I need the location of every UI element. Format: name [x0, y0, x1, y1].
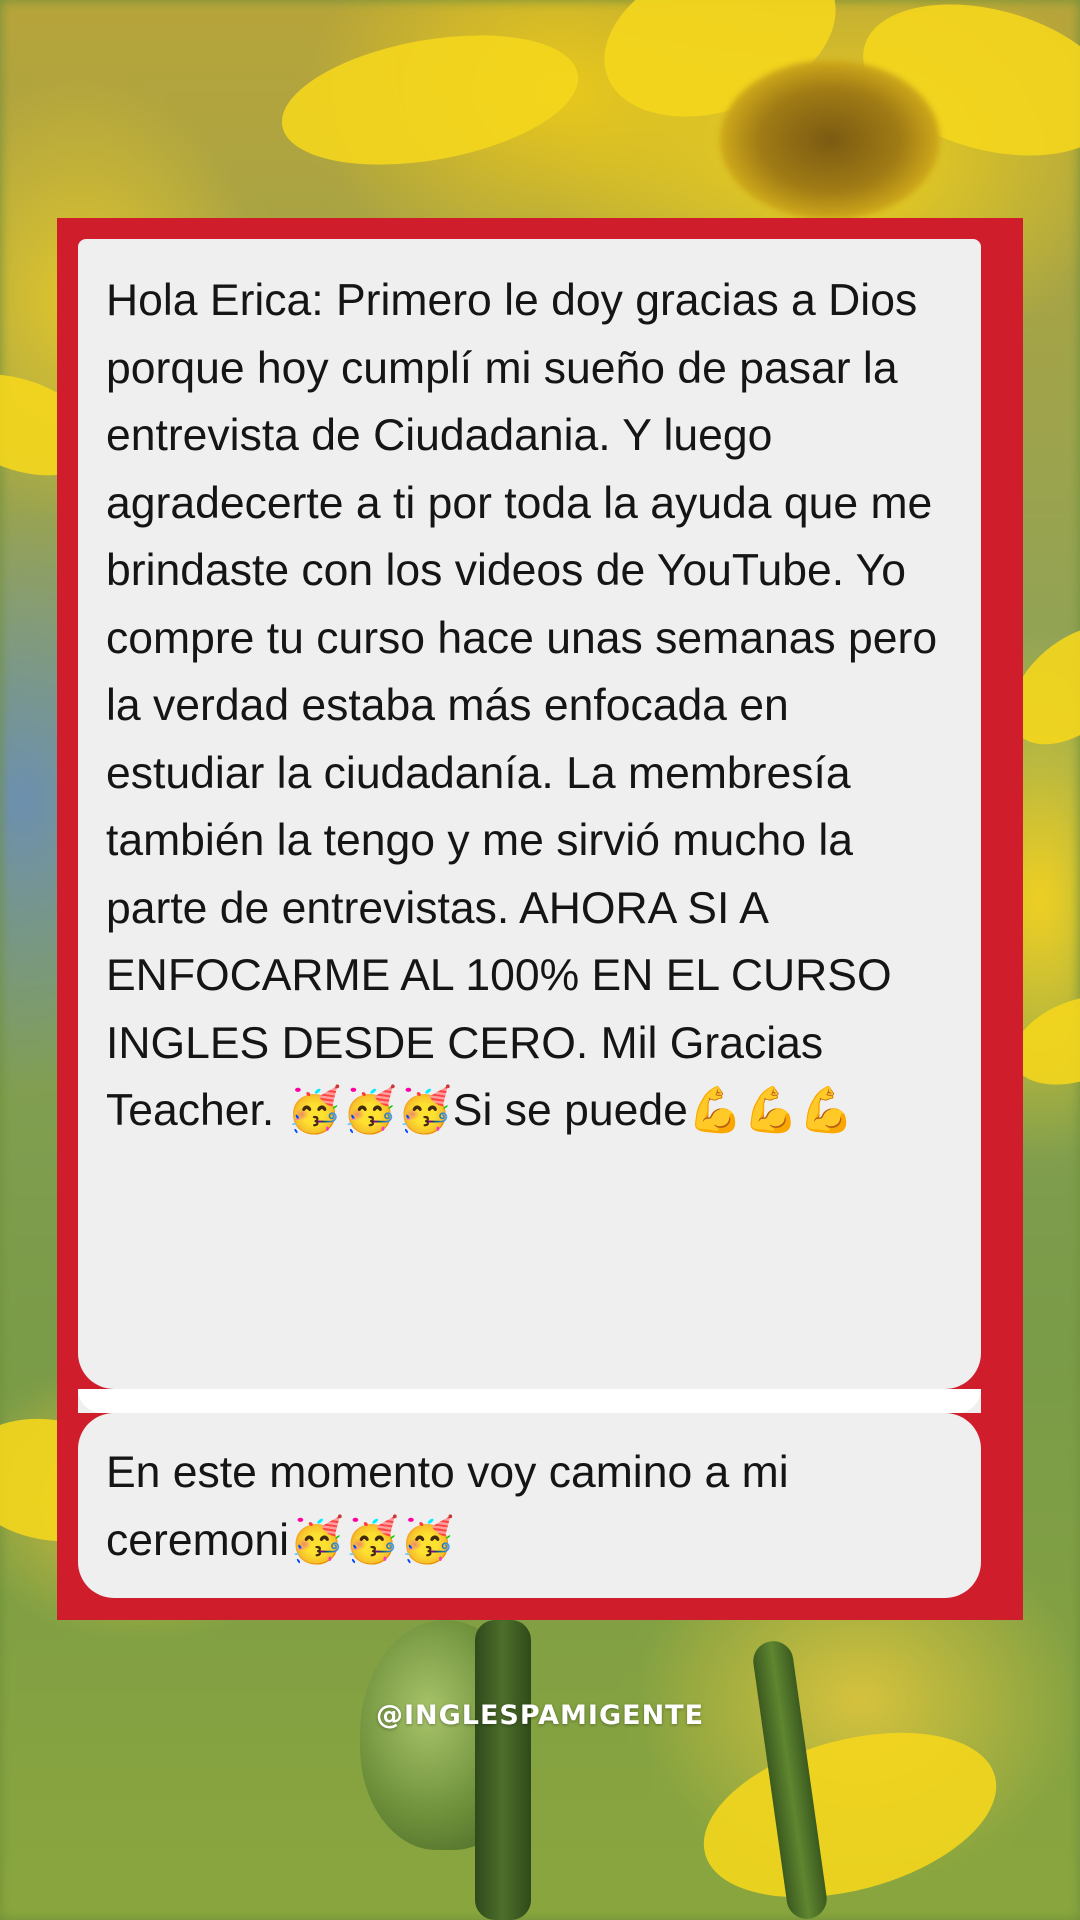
message-bubble: En este momento voy camino a mi ceremoni… — [78, 1413, 981, 1598]
message-bubble: Hola Erica: Primero le doy gracias a Dio… — [78, 239, 981, 1389]
message-text: Hola Erica: Primero le doy gracias a Dio… — [106, 276, 950, 1135]
social-handle: @INGLESPAMIGENTE — [375, 1700, 705, 1731]
testimonial-frame: Hola Erica: Primero le doy gracias a Dio… — [57, 218, 1023, 1620]
flower-center — [720, 60, 940, 220]
message-text: En este momento voy camino a mi ceremoni… — [106, 1448, 801, 1565]
flower-stem — [475, 1620, 531, 1920]
message-divider — [78, 1389, 981, 1413]
